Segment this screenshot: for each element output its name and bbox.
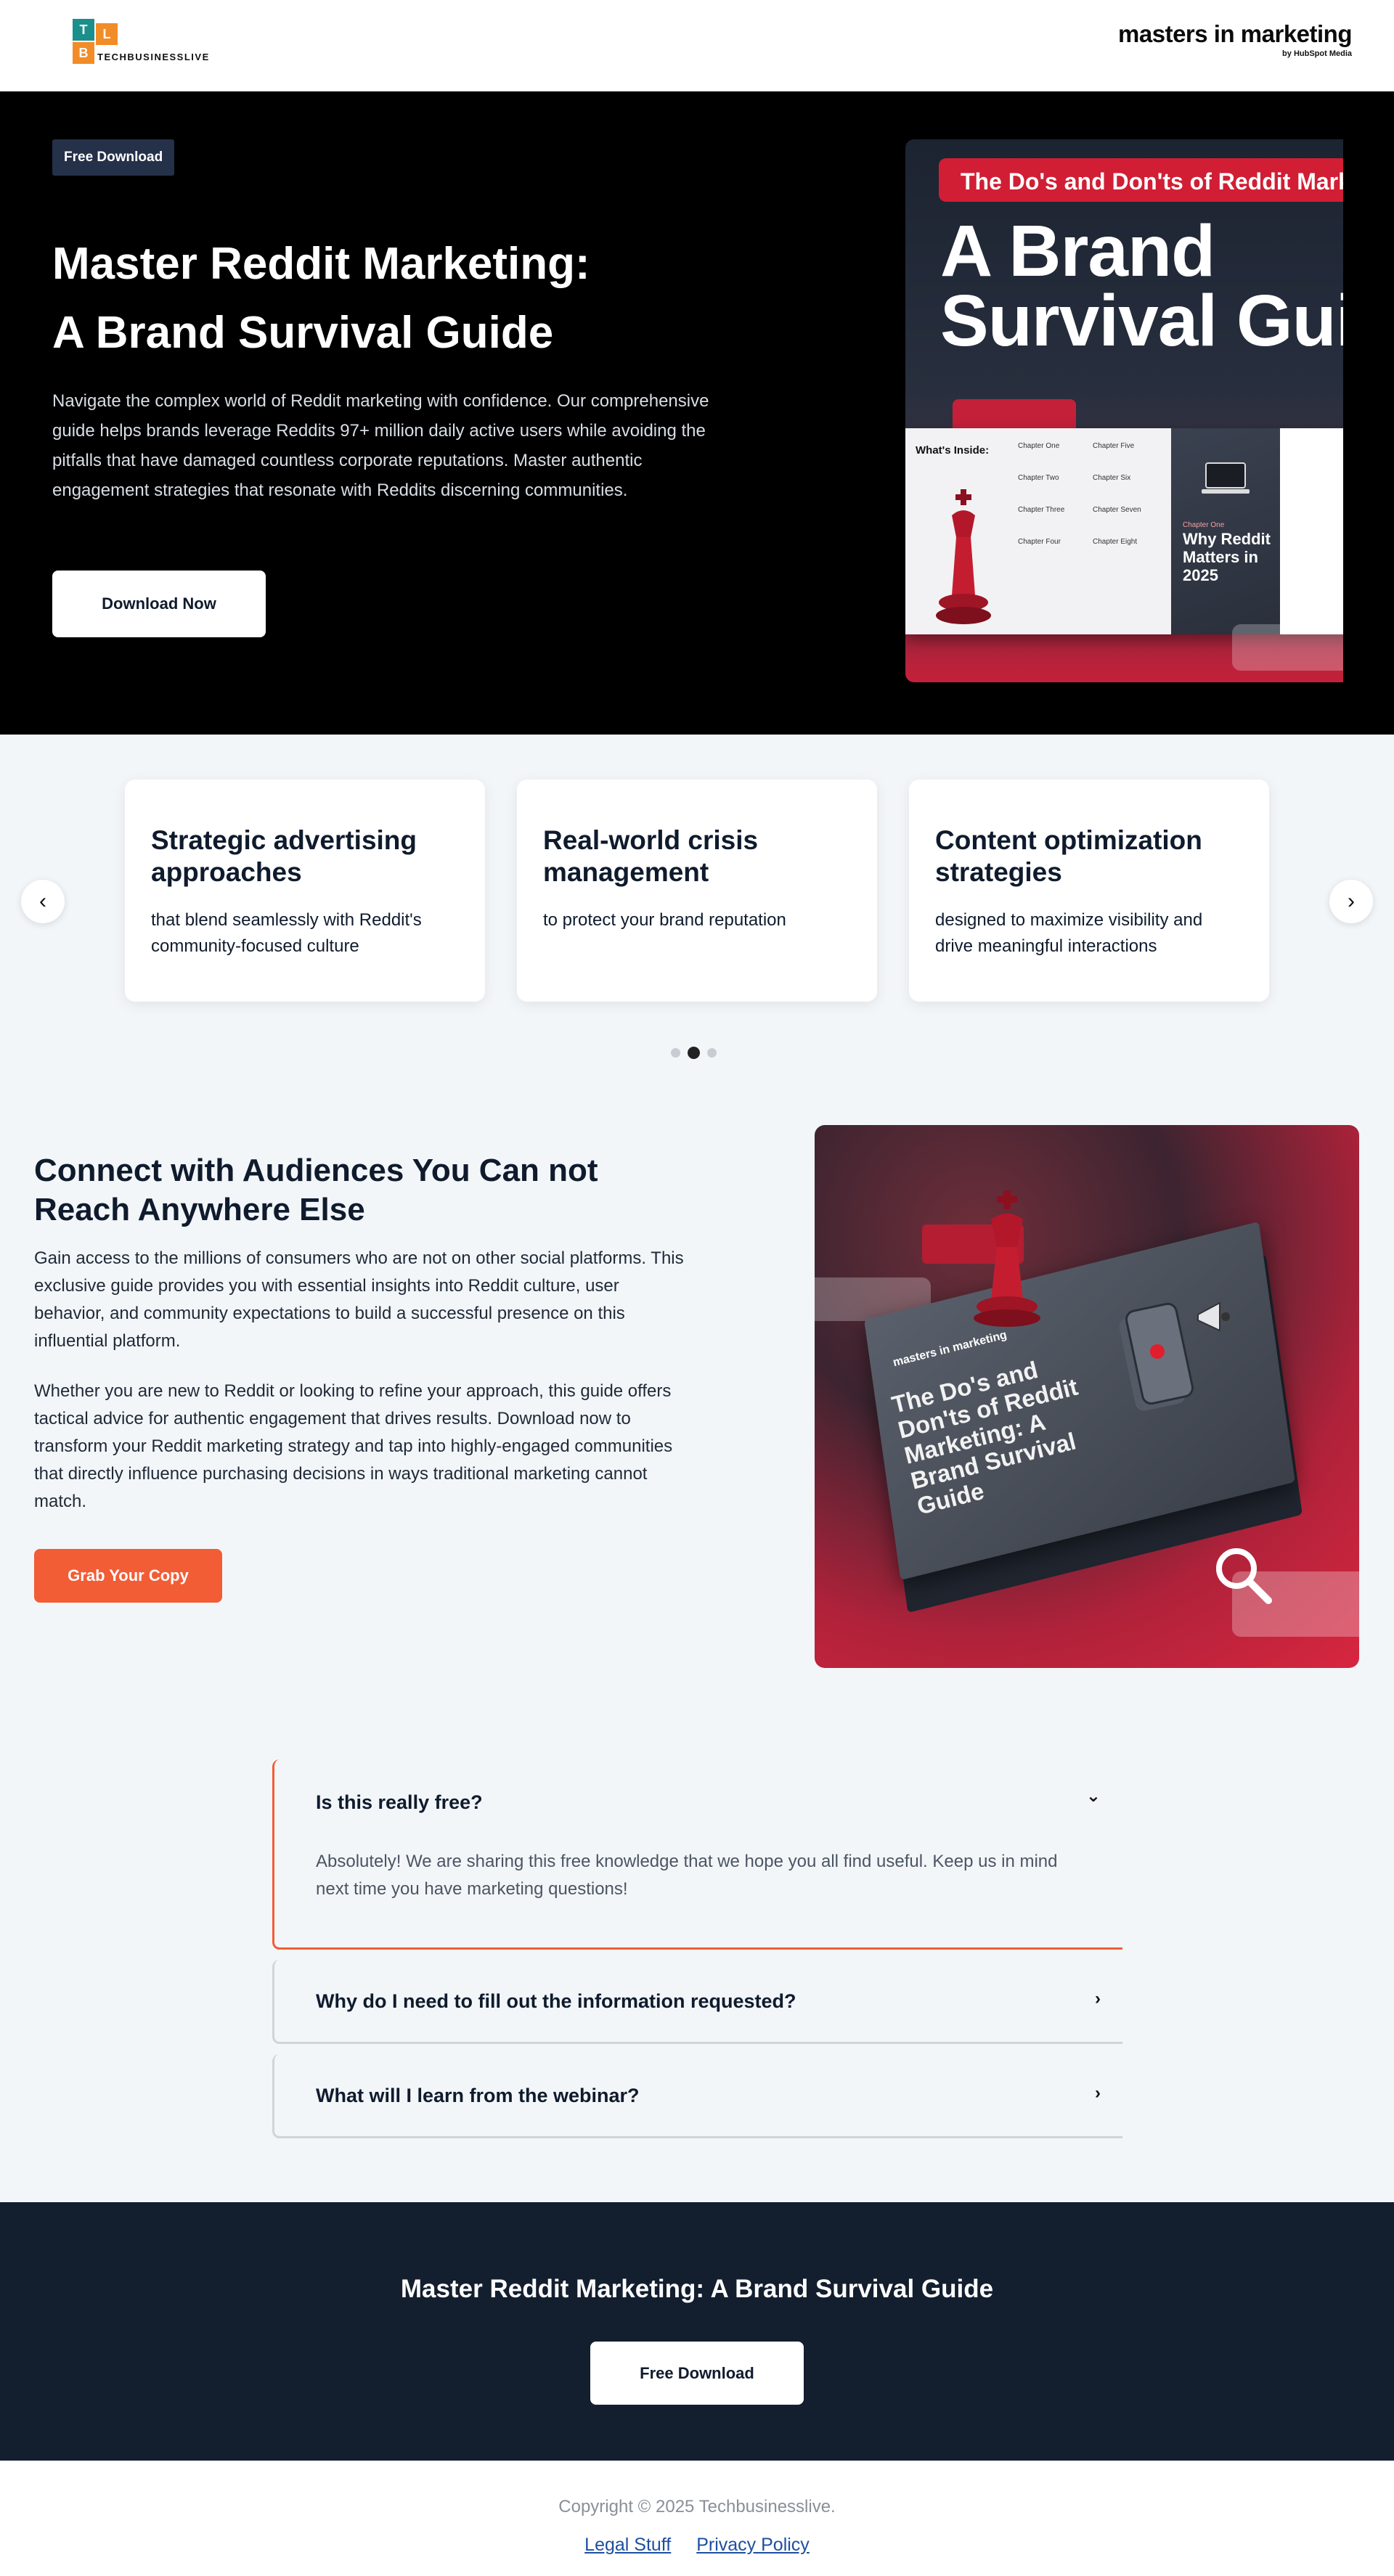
cover-dark-page: Chapter One Why Reddit Matters in 2025 xyxy=(1171,428,1280,634)
chess-king-icon xyxy=(936,489,991,624)
faq-question[interactable]: What will I learn from the webinar? xyxy=(316,2085,640,2107)
logo-wordmark: TECHBUSINESSLIVE xyxy=(97,52,210,62)
chapter-two-label: Chapter Two xyxy=(1018,474,1059,482)
cover-right-page xyxy=(1280,428,1343,634)
whats-inside-label: What's Inside: xyxy=(916,444,990,457)
grab-your-copy-button[interactable]: Grab Your Copy xyxy=(34,1549,222,1603)
footer-links: Legal Stuff Privacy Policy xyxy=(0,2535,1394,2556)
free-download-badge: Free Download xyxy=(52,139,175,176)
logo-letter-t: T xyxy=(73,19,94,41)
chapter-four-label: Chapter Four xyxy=(1018,538,1061,546)
bottom-cta-section: Master Reddit Marketing: A Brand Surviva… xyxy=(0,2202,1394,2461)
carousel-prev-button[interactable]: ‹ xyxy=(21,880,65,923)
logo-letter-l: L xyxy=(96,23,118,45)
hero-section: Free Download Master Reddit Marketing: A… xyxy=(0,91,1394,735)
dark-page-chapter: Chapter One xyxy=(1183,521,1225,529)
chevron-down-icon[interactable]: ⌄ xyxy=(1086,1786,1101,1807)
guide-cover-image: The Do's and Don'ts of Reddit Marketing … xyxy=(905,139,1343,682)
chapter-five-label: Chapter Five xyxy=(1093,442,1135,450)
site-header: T L B TECHBUSINESSLIVE masters in market… xyxy=(0,0,1394,91)
connect-paragraph-1: Gain access to the millions of consumers… xyxy=(34,1248,684,1351)
connect-title: Connect with Audiences You Can not Reach… xyxy=(34,1153,598,1227)
faq-item[interactable]: What will I learn from the webinar? › xyxy=(272,2054,1122,2138)
cover-book-spread: What's Inside: Chapter One Chapter Two C… xyxy=(905,428,1343,634)
partner-name: masters in marketing xyxy=(1118,20,1352,47)
feature-card-title: Real-world crisis management xyxy=(543,825,759,887)
chess-king-icon xyxy=(974,1190,1040,1327)
cover-title-line2: Survival Guide xyxy=(940,280,1343,361)
faq-question[interactable]: Why do I need to fill out the informatio… xyxy=(316,1990,796,2013)
feature-card-text: that blend seamlessly with Reddit's comm… xyxy=(151,910,422,956)
chapter-seven-label: Chapter Seven xyxy=(1093,506,1141,514)
cover-title: A Brand Survival Guide xyxy=(940,215,1343,357)
faq-question[interactable]: Is this really free? xyxy=(316,1791,483,1814)
download-now-button[interactable]: Download Now xyxy=(52,571,266,637)
megaphone-icon xyxy=(1197,1301,1230,1332)
hero-title: Master Reddit Marketing: A Brand Surviva… xyxy=(52,229,706,367)
feature-card: Real-world crisis management to protect … xyxy=(517,780,877,1002)
copyright-text: Copyright © 2025 Techbusinesslive. xyxy=(558,2497,836,2516)
feature-card: Strategic advertising approaches that bl… xyxy=(125,780,485,1002)
chapter-eight-label: Chapter Eight xyxy=(1093,538,1138,546)
partner-logo: masters in marketing by HubSpot Media xyxy=(1118,20,1352,58)
carousel-dots xyxy=(671,1047,717,1059)
chevron-left-icon: ‹ xyxy=(39,889,46,913)
features-carousel: ‹ Strategic advertising approaches that … xyxy=(0,735,1394,1073)
cover-glass-shape xyxy=(1232,624,1343,671)
chevron-right-icon[interactable]: › xyxy=(1095,2083,1101,2103)
feature-card: Content optimization strategies designed… xyxy=(909,780,1269,1002)
feature-card-text: to protect your brand reputation xyxy=(543,910,786,930)
feature-card-title: Content optimization strategies xyxy=(935,825,1202,887)
cta-title: Master Reddit Marketing: A Brand Surviva… xyxy=(400,2275,994,2303)
carousel-dot-active[interactable] xyxy=(688,1047,700,1059)
chapter-one-label: Chapter One xyxy=(1018,442,1060,450)
logo-letter-b: B xyxy=(73,42,94,64)
carousel-dot[interactable] xyxy=(671,1048,680,1058)
partner-byline: by HubSpot Media xyxy=(1282,49,1352,58)
guide-book-image: masters in marketing The Do's and Don'ts… xyxy=(815,1125,1359,1668)
hero-title-line2: A Brand Survival Guide xyxy=(52,308,554,358)
hero-title-line1: Master Reddit Marketing: xyxy=(52,239,590,289)
site-footer: Copyright © 2025 Techbusinesslive. Legal… xyxy=(0,2461,1394,2576)
techbusinesslive-logo[interactable]: T L B TECHBUSINESSLIVE xyxy=(73,19,218,71)
feature-card-title: Strategic advertising approaches xyxy=(151,825,417,887)
privacy-policy-link[interactable]: Privacy Policy xyxy=(696,2535,810,2555)
chevron-right-icon: › xyxy=(1348,889,1355,913)
feature-card-text: designed to maximize visibility and driv… xyxy=(935,910,1203,956)
book-glass-shape xyxy=(1232,1571,1359,1637)
chapter-six-label: Chapter Six xyxy=(1093,474,1131,482)
carousel-next-button[interactable]: › xyxy=(1329,880,1373,923)
faq-item-open[interactable]: Is this really free? ⌄ Absolutely! We ar… xyxy=(272,1759,1122,1950)
laptop-icon xyxy=(1202,462,1250,494)
legal-stuff-link[interactable]: Legal Stuff xyxy=(584,2535,671,2555)
faq-answer: Absolutely! We are sharing this free kno… xyxy=(316,1852,1058,1899)
hero-description: Navigate the complex world of Reddit mar… xyxy=(52,391,709,500)
dark-page-title: Why Reddit Matters in 2025 xyxy=(1183,530,1271,584)
carousel-dot[interactable] xyxy=(707,1048,717,1058)
faq-item[interactable]: Why do I need to fill out the informatio… xyxy=(272,1960,1122,2044)
chapter-three-label: Chapter Three xyxy=(1018,506,1065,514)
free-download-button[interactable]: Free Download xyxy=(590,2342,804,2405)
cover-pill: The Do's and Don'ts of Reddit Marketing xyxy=(939,158,1343,202)
chevron-right-icon[interactable]: › xyxy=(1095,1989,1101,2009)
landing-page: T L B TECHBUSINESSLIVE masters in market… xyxy=(0,0,1394,2576)
connect-paragraph-2: Whether you are new to Reddit or looking… xyxy=(34,1381,673,1511)
